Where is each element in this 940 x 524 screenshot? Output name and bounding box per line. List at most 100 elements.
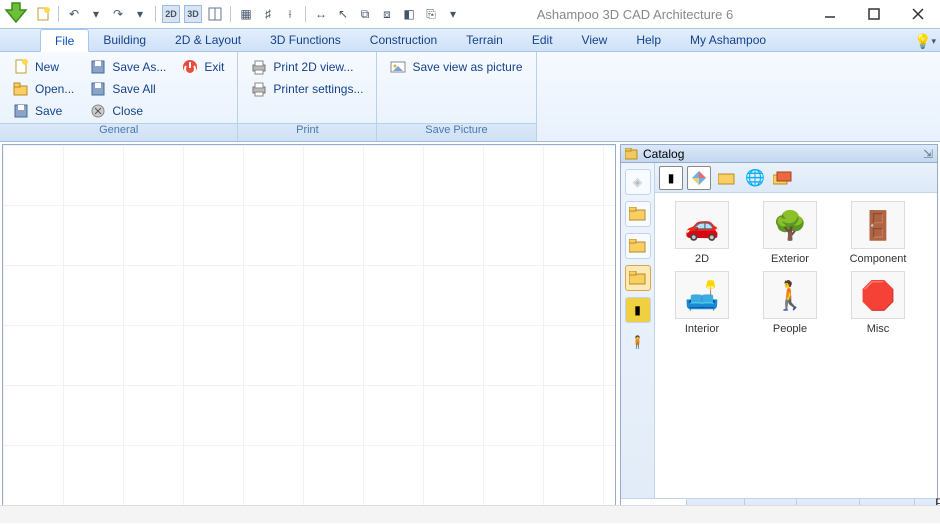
redo-icon[interactable]: ↷ bbox=[109, 5, 127, 23]
side-cube-icon[interactable]: ◈ bbox=[625, 169, 651, 195]
catalog-thumb: 🚗 bbox=[675, 201, 729, 249]
catalog-item-misc[interactable]: 🛑Misc bbox=[839, 271, 917, 335]
ribbon-btn-label: Printer settings... bbox=[273, 82, 363, 96]
catalog-view-mode-icon[interactable] bbox=[687, 166, 711, 190]
pointer-icon[interactable]: ↖ bbox=[334, 5, 352, 23]
select-icon[interactable]: ⧉ bbox=[356, 5, 374, 23]
minimize-button[interactable] bbox=[808, 0, 852, 28]
saveall-icon bbox=[90, 81, 106, 97]
copy-icon[interactable]: ⎘ bbox=[422, 5, 440, 23]
measure-icon[interactable]: ↔ bbox=[312, 5, 330, 23]
menu-tab-file[interactable]: File bbox=[40, 29, 89, 52]
printer-settings-icon bbox=[251, 81, 267, 97]
app-menu-button[interactable] bbox=[2, 0, 30, 28]
menu-tab-2d-layout[interactable]: 2D & Layout bbox=[161, 29, 256, 51]
ribbon-group-label: General bbox=[0, 123, 237, 141]
window-title: Ashampoo 3D CAD Architecture 6 bbox=[462, 7, 808, 22]
quick-access-toolbar: ↶ ▾ ↷ ▾ 2D 3D ▦ ♯ ⟊ ↔ ↖ ⧉ ⧈ ◧ ⎘ ▾ bbox=[0, 0, 462, 28]
drawing-canvas[interactable] bbox=[2, 144, 616, 521]
title-bar: ↶ ▾ ↷ ▾ 2D 3D ▦ ♯ ⟊ ↔ ↖ ⧉ ⧈ ◧ ⎘ ▾ Ashamp… bbox=[0, 0, 940, 28]
grid-icon[interactable]: ▦ bbox=[237, 5, 255, 23]
ribbon-btn-close[interactable]: Close bbox=[83, 100, 173, 121]
ribbon-btn-label: Save view as picture bbox=[412, 60, 522, 74]
side-person-icon[interactable]: 🧍 bbox=[625, 329, 651, 355]
ribbon-btn-print-2d-view-[interactable]: Print 2D view... bbox=[244, 56, 370, 77]
catalog-item-label: Component bbox=[850, 253, 907, 265]
side-book-icon[interactable]: ▮ bbox=[625, 297, 651, 323]
catalog-title: Catalog bbox=[643, 147, 684, 161]
canvas-grid bbox=[3, 145, 615, 520]
undo-icon[interactable]: ↶ bbox=[65, 5, 83, 23]
catalog-item-component[interactable]: 🚪 Component bbox=[839, 201, 917, 265]
ribbon-btn-label: Print 2D view... bbox=[273, 60, 353, 74]
saveas-icon bbox=[90, 59, 106, 75]
view-3d-button[interactable]: 3D bbox=[184, 5, 202, 23]
catalog-item-exterior[interactable]: 🌳Exterior bbox=[751, 201, 829, 265]
snap-icon[interactable]: ♯ bbox=[259, 5, 277, 23]
ribbon-btn-label: Save As... bbox=[112, 60, 166, 74]
catalog-thumb: 🛋️ bbox=[675, 271, 729, 319]
ribbon: New Open... Save Save As... Save All Close Exi… bbox=[0, 52, 940, 142]
catalog-item-label: 2D bbox=[695, 253, 709, 265]
catalog-header-icon bbox=[625, 148, 639, 160]
menu-tab-terrain[interactable]: Terrain bbox=[452, 29, 518, 51]
catalog-item-interior[interactable]: 🛋️ Interior bbox=[663, 271, 741, 335]
side-folder-1-icon[interactable] bbox=[625, 201, 651, 227]
catalog-panel: Catalog ⇲ ◈ ▮ 🧍 ▮ 🌐 🚗 2D bbox=[620, 144, 938, 521]
ribbon-btn-label: Exit bbox=[204, 60, 224, 74]
menu-tab-help[interactable]: Help bbox=[622, 29, 676, 51]
ribbon-btn-label: Close bbox=[112, 104, 143, 118]
catalog-globe-icon[interactable]: 🌐 bbox=[743, 166, 767, 190]
side-folder-2-icon[interactable] bbox=[625, 233, 651, 259]
redo-dropdown-icon[interactable]: ▾ bbox=[131, 5, 149, 23]
ribbon-btn-save-as-[interactable]: Save As... bbox=[83, 56, 173, 77]
view-2d-button[interactable]: 2D bbox=[162, 5, 180, 23]
close-button[interactable] bbox=[896, 0, 940, 28]
catalog-thumb: 🚪 bbox=[851, 201, 905, 249]
status-bar bbox=[0, 505, 940, 523]
catalog-item-label: Interior bbox=[685, 323, 719, 335]
close-icon bbox=[90, 103, 106, 119]
ribbon-btn-label: Open... bbox=[35, 82, 74, 96]
catalog-item-grid: 🚗 2D 🌳Exterior 🚪 Component 🛋️ Interior 🚶People🛑… bbox=[655, 193, 937, 498]
menu-tab-view[interactable]: View bbox=[568, 29, 623, 51]
align-icon[interactable]: ⧈ bbox=[378, 5, 396, 23]
ribbon-group-general: New Open... Save Save As... Save All Close Exi… bbox=[0, 52, 238, 141]
catalog-item-people[interactable]: 🚶People bbox=[751, 271, 829, 335]
ribbon-btn-exit[interactable]: Exit bbox=[175, 56, 231, 77]
ribbon-btn-label: New bbox=[35, 60, 59, 74]
menu-tab-building[interactable]: Building bbox=[89, 29, 161, 51]
menu-tab-edit[interactable]: Edit bbox=[518, 29, 568, 51]
ribbon-btn-printer-settings-[interactable]: Printer settings... bbox=[244, 78, 370, 99]
undo-dropdown-icon[interactable]: ▾ bbox=[87, 5, 105, 23]
catalog-nav-up-icon[interactable]: ▮ bbox=[659, 166, 683, 190]
print-icon bbox=[251, 59, 267, 75]
ribbon-btn-save-view-as-picture[interactable]: Save view as picture bbox=[383, 56, 529, 77]
side-folder-active-icon[interactable] bbox=[625, 265, 651, 291]
maximize-button[interactable] bbox=[852, 0, 896, 28]
catalog-pin-icon[interactable]: ⇲ bbox=[923, 147, 933, 161]
erase-icon[interactable]: ◧ bbox=[400, 5, 418, 23]
catalog-toolbar: ▮ 🌐 bbox=[655, 163, 937, 193]
menu-tab-my-ashampoo[interactable]: My Ashampoo bbox=[676, 29, 781, 51]
view-split-button[interactable] bbox=[206, 5, 224, 23]
catalog-folders-icon[interactable] bbox=[771, 166, 795, 190]
ruler-icon[interactable]: ⟊ bbox=[281, 5, 299, 23]
catalog-item-2d[interactable]: 🚗 2D bbox=[663, 201, 741, 265]
ribbon-group-label: Save Picture bbox=[377, 123, 535, 141]
catalog-folder-icon[interactable] bbox=[715, 166, 739, 190]
open-icon bbox=[13, 81, 29, 97]
ribbon-btn-open-[interactable]: Open... bbox=[6, 78, 81, 99]
qa-dropdown-icon[interactable]: ▾ bbox=[444, 5, 462, 23]
ribbon-btn-new[interactable]: New bbox=[6, 56, 81, 77]
menu-tab-bar: FileBuilding2D & Layout3D FunctionsConst… bbox=[0, 28, 940, 52]
ribbon-btn-save[interactable]: Save bbox=[6, 100, 81, 121]
help-light-icon[interactable]: 💡▾ bbox=[916, 32, 934, 50]
ribbon-btn-save-all[interactable]: Save All bbox=[83, 78, 173, 99]
qa-new-icon[interactable] bbox=[34, 5, 52, 23]
ribbon-btn-label: Save All bbox=[112, 82, 155, 96]
menu-tab-construction[interactable]: Construction bbox=[356, 29, 452, 51]
save-picture-icon bbox=[390, 59, 406, 75]
menu-tab-3d-functions[interactable]: 3D Functions bbox=[256, 29, 356, 51]
exit-icon bbox=[182, 59, 198, 75]
